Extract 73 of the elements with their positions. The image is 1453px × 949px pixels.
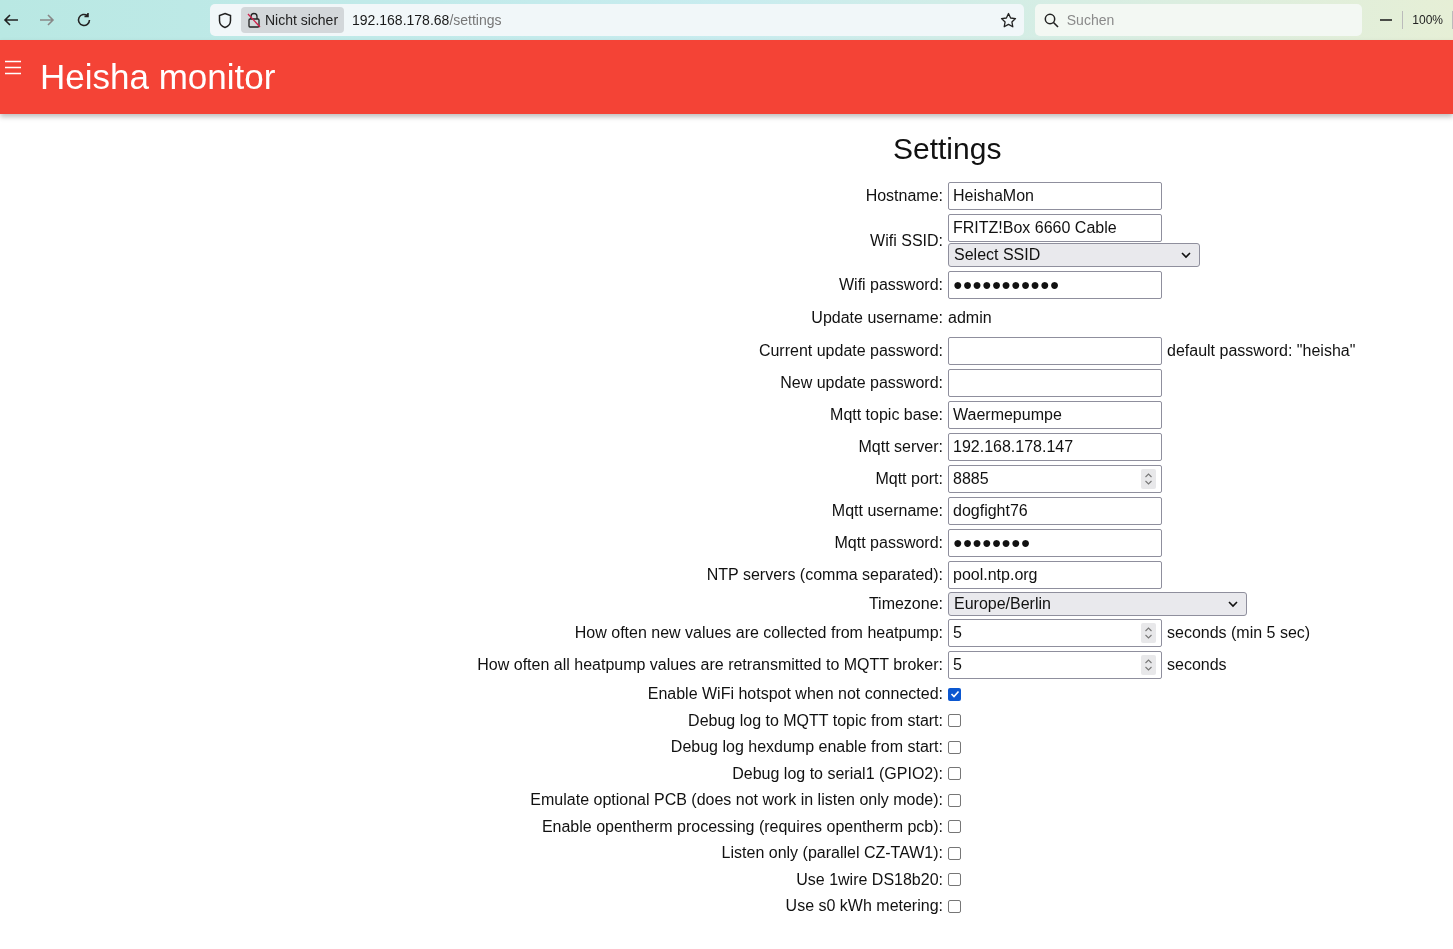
search-icon: [1043, 12, 1059, 28]
security-label: Nicht sicher: [264, 10, 339, 30]
field-note: default password: "heisha": [1167, 341, 1356, 361]
field-label: Wifi SSID:: [870, 230, 943, 251]
zoom-level[interactable]: 100%: [1412, 11, 1443, 29]
text-field[interactable]: Waermepumpe: [948, 401, 1162, 429]
caret-icon: [1181, 251, 1191, 259]
field-label: Use s0 kWh metering:: [785, 896, 943, 917]
text-field[interactable]: pool.ntp.org: [948, 561, 1162, 589]
checkbox[interactable]: [948, 820, 961, 834]
field-label: Enable WiFi hotspot when not connected:: [647, 684, 943, 705]
field-label: Debug log to MQTT topic from start:: [688, 710, 943, 731]
field-label: Wifi password:: [838, 275, 943, 295]
checkbox[interactable]: [948, 793, 961, 807]
number-field[interactable]: 5: [948, 651, 1162, 679]
text-field[interactable]: 192.168.178.147: [948, 433, 1162, 461]
text-field[interactable]: dogfight76: [948, 497, 1162, 525]
text-field[interactable]: ●●●●●●●●●●●: [948, 271, 1162, 299]
security-chip[interactable]: Nicht sicher: [240, 7, 345, 33]
field-value: admin: [948, 308, 992, 328]
field-label: How often all heatpump values are retransmitted to MQTT broker:: [477, 655, 943, 675]
star-icon[interactable]: [999, 11, 1017, 29]
field-label: NTP servers (comma separated):: [706, 565, 943, 585]
checkbox[interactable]: [948, 846, 961, 860]
field-note: seconds: [1167, 655, 1227, 675]
field-label: Emulate optional PCB (does not work in listen only mode):: [530, 790, 943, 811]
field-label: Debug log hexdump enable from start:: [670, 737, 943, 758]
field-label: Mqtt username:: [831, 501, 943, 521]
forward-icon[interactable]: [37, 11, 56, 29]
field-label: Current update password:: [758, 341, 943, 361]
url-path: /settings: [449, 10, 502, 30]
checkbox[interactable]: [948, 714, 961, 728]
field-label: Mqtt port:: [875, 469, 943, 489]
dropdown[interactable]: Europe/Berlin: [948, 592, 1247, 616]
lock-slash-icon: [246, 12, 261, 28]
search-placeholder: Suchen: [1066, 10, 1115, 30]
address-bar[interactable]: Nicht sicher 192.168.178.68/settings: [209, 4, 1024, 36]
zoom-out-icon[interactable]: [1380, 18, 1393, 22]
checkbox[interactable]: [948, 687, 961, 701]
page-heading: Settings: [893, 131, 1002, 167]
text-field[interactable]: [948, 337, 1162, 365]
spinner-icon[interactable]: [1141, 469, 1156, 489]
field-label: Enable opentherm processing (requires opentherm pcb):: [541, 816, 943, 837]
text-field[interactable]: HeishaMon: [948, 182, 1162, 210]
app-title: Heisha monitor: [40, 55, 276, 98]
dropdown[interactable]: Select SSID: [948, 243, 1200, 267]
spinner-icon[interactable]: [1141, 655, 1156, 675]
field-label: Listen only (parallel CZ-TAW1):: [721, 843, 943, 864]
text-field[interactable]: ●●●●●●●●: [948, 529, 1162, 557]
text-field[interactable]: [948, 369, 1162, 397]
field-label: Mqtt password:: [834, 533, 943, 553]
caret-icon: [1228, 600, 1238, 608]
field-label: Hostname:: [865, 186, 943, 206]
checkbox[interactable]: [948, 899, 961, 913]
spinner-icon[interactable]: [1141, 623, 1156, 643]
field-label: New update password:: [780, 373, 943, 393]
field-note: seconds (min 5 sec): [1167, 623, 1311, 643]
menu-icon[interactable]: [5, 60, 21, 75]
url-host: 192.168.178.68: [352, 10, 450, 30]
checkbox[interactable]: [948, 740, 961, 754]
field-label: Mqtt server:: [858, 437, 943, 457]
checkbox[interactable]: [948, 767, 961, 781]
checkbox[interactable]: [948, 873, 961, 887]
field-label: How often new values are collected from heatpump:: [574, 623, 943, 643]
field-label: Debug log to serial1 (GPIO2):: [732, 763, 943, 784]
number-field[interactable]: 8885: [948, 465, 1162, 493]
field-label: Mqtt topic base:: [830, 405, 943, 425]
shield-icon: [216, 11, 233, 29]
text-field[interactable]: FRITZ!Box 6660 Cable: [948, 214, 1162, 242]
field-label: Use 1wire DS18b20:: [796, 869, 943, 890]
field-label: Timezone:: [868, 594, 943, 614]
number-field[interactable]: 5: [948, 619, 1162, 647]
field-label: Update username:: [811, 308, 943, 328]
